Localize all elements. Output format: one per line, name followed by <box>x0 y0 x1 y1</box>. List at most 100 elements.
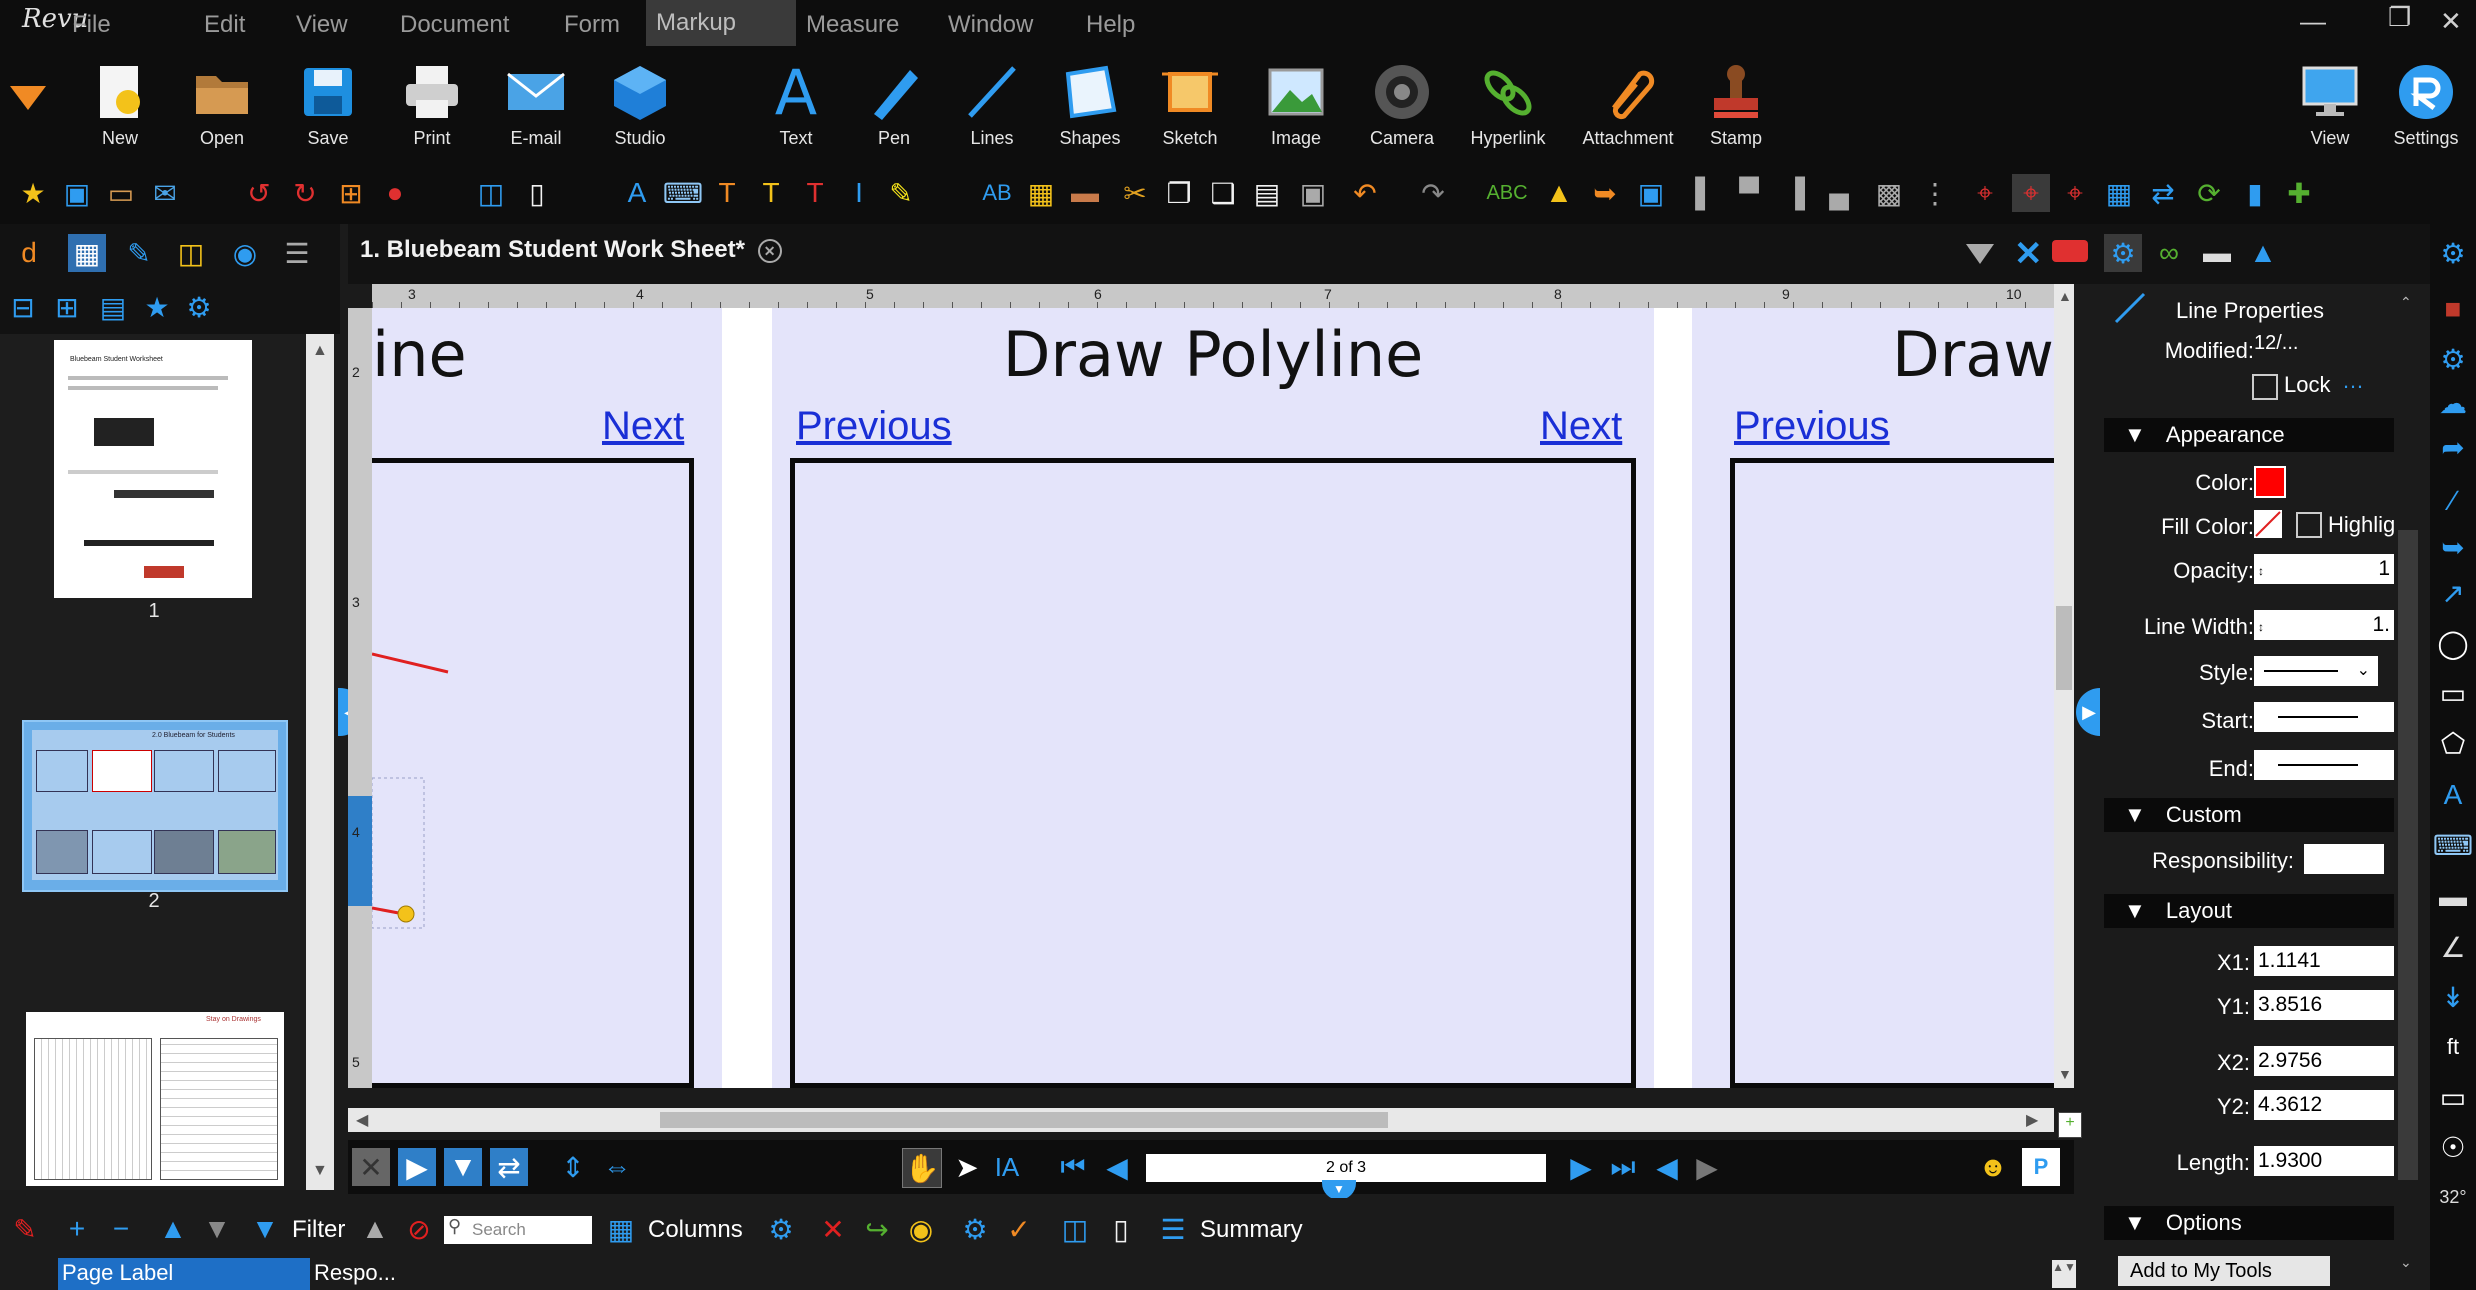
rectangle-strip-icon[interactable]: ▭ <box>2434 674 2472 712</box>
save-button[interactable]: Save <box>278 60 378 149</box>
lines-tool-button[interactable]: Lines <box>942 60 1042 149</box>
align-top-icon[interactable]: ▀ <box>1730 174 1768 212</box>
replace-text-icon[interactable]: T <box>796 174 834 212</box>
measure-strip-icon[interactable]: ↡ <box>2434 978 2472 1016</box>
file-access-icon[interactable]: ԁ <box>10 234 48 272</box>
search-tab-icon[interactable]: ∞ <box>2150 234 2188 272</box>
pan-tool-icon[interactable]: ✋ <box>902 1148 942 1188</box>
measurements-tab-icon[interactable]: ▬ <box>2198 234 2236 272</box>
tool-chest-settings-icon[interactable]: ⚙ <box>2434 234 2472 272</box>
custom-section[interactable]: ▼ Custom <box>2104 798 2394 832</box>
single-page-icon[interactable]: ▶ <box>398 1148 436 1186</box>
page-insert-icon[interactable]: ★ <box>138 288 176 326</box>
columns-icon[interactable]: ▦ <box>602 1210 640 1248</box>
settings-button[interactable]: Settings <box>2376 60 2476 149</box>
close-tab-icon[interactable]: ✕ <box>757 238 782 263</box>
typewriter-icon[interactable]: ⌨ <box>663 174 703 212</box>
tab-list-dropdown-icon[interactable] <box>1966 244 1994 264</box>
new-button[interactable]: New <box>70 60 170 149</box>
studio-tab-icon[interactable]: ▲ <box>2244 234 2282 272</box>
appearance-section[interactable]: ▼ Appearance <box>2104 418 2394 452</box>
ruler-strip-icon[interactable]: ▬ <box>2434 878 2472 916</box>
distribute-horizontal-icon[interactable]: ▩ <box>1870 174 1908 212</box>
filter-icon[interactable]: ▼ <box>246 1210 284 1248</box>
opacity-field[interactable]: ↕ 1 <box>2254 554 2394 584</box>
markup-line-1[interactable] <box>372 308 572 1088</box>
next-view-icon[interactable]: ▶ <box>1688 1148 1726 1186</box>
markup-gear-icon[interactable]: ⚙ <box>956 1210 994 1248</box>
previous-view-icon[interactable]: ◀ <box>1648 1148 1686 1186</box>
flatten-icon[interactable]: ▲ <box>1540 174 1578 212</box>
start-arrow-dropdown[interactable] <box>2254 702 2394 732</box>
reply-icon[interactable]: ↪ <box>858 1210 896 1248</box>
angle-strip-icon[interactable]: ∠ <box>2434 928 2472 966</box>
image-tool-button[interactable]: Image <box>1246 60 1346 149</box>
lock-checkbox[interactable] <box>2252 374 2278 400</box>
typewriter-strip-icon[interactable]: ⌨ <box>2433 826 2473 864</box>
gear-strip-icon[interactable]: ⚙ <box>2434 340 2472 378</box>
snap-to-grid-icon[interactable]: ⌖ <box>2056 174 2094 212</box>
polyline-strip-icon[interactable]: ➥ <box>2434 528 2472 566</box>
open-button[interactable]: Open <box>172 60 272 149</box>
spell-text-icon[interactable]: AB <box>978 174 1016 212</box>
layout-section[interactable]: ▼ Layout <box>2104 894 2394 928</box>
arrow-strip-icon[interactable]: ➦ <box>2434 428 2472 466</box>
polygon-strip-icon[interactable]: ⬠ <box>2434 724 2472 762</box>
column-header-page-label[interactable]: Page Label <box>58 1258 310 1290</box>
sort-down-icon[interactable]: ▼ <box>198 1210 236 1248</box>
menu-edit[interactable]: Edit <box>194 8 255 42</box>
zoom-in-thumb-icon[interactable]: ⊞ <box>48 288 86 326</box>
properties-tab-icon[interactable]: ⚙ <box>2104 234 2142 272</box>
end-arrow-dropdown[interactable] <box>2254 750 2394 780</box>
page-setup-icon[interactable]: ▤ <box>94 288 132 326</box>
y1-field[interactable]: 3.8516 <box>2254 990 2394 1020</box>
summary-icon[interactable]: ☰ <box>1154 1210 1192 1248</box>
status-icon[interactable]: ◉ <box>902 1210 940 1248</box>
markup-list-icon[interactable]: ➥ <box>1586 174 1624 212</box>
document-icon[interactable]: ▯ <box>518 174 556 212</box>
continuous-icon[interactable]: ▼ <box>444 1148 482 1186</box>
collapse-all-icon[interactable]: − <box>102 1210 140 1248</box>
next-page-icon[interactable]: ▶ <box>1562 1148 1600 1186</box>
copy-icon[interactable]: ❐ <box>1160 174 1198 212</box>
fill-color-swatch[interactable] <box>2254 510 2282 538</box>
color-swatch[interactable] <box>2254 466 2286 498</box>
highlight-checkbox[interactable] <box>2296 512 2322 538</box>
circle-strip-icon[interactable]: ◯ <box>2434 624 2472 662</box>
highlighter-icon[interactable]: ✎ <box>882 174 920 212</box>
thumbnail-page-2-selected[interactable]: 2.0 Bluebeam for Students <box>22 720 288 892</box>
count-strip-icon[interactable]: ☉ <box>2434 1128 2472 1166</box>
menu-view[interactable]: View <box>286 8 358 42</box>
menu-window[interactable]: Window <box>938 8 1043 42</box>
thumbnail-settings-icon[interactable]: ⚙ <box>180 288 218 326</box>
formula-strip-icon[interactable]: ft <box>2434 1028 2472 1066</box>
previous-page-icon[interactable]: ◀ <box>1098 1148 1136 1186</box>
snapshot-icon[interactable]: ▣ <box>1294 174 1332 212</box>
zoom-out-thumb-icon[interactable]: ⊟ <box>4 288 42 326</box>
line-strip-icon[interactable]: ∕ <box>2434 482 2472 520</box>
save-markup-icon[interactable]: ▣ <box>1632 174 1670 212</box>
underline-icon[interactable]: T <box>752 174 790 212</box>
fit-width-icon[interactable]: ⇔ <box>598 1148 636 1186</box>
email-button[interactable]: E-mail <box>486 60 586 149</box>
reuse-icon[interactable]: ⟳ <box>2190 174 2228 212</box>
markup-settings-icon[interactable]: ⚙ <box>762 1210 800 1248</box>
pen-tool-button[interactable]: Pen <box>844 60 944 149</box>
open-small-icon[interactable]: ▭ <box>102 174 140 212</box>
thumbnail-page-1[interactable]: Bluebeam Student Worksheet <box>54 340 252 598</box>
cloud-strip-icon[interactable]: ☁ <box>2434 384 2472 422</box>
summary-label[interactable]: Summary <box>1200 1216 1303 1244</box>
expand-all-icon[interactable]: + <box>58 1210 96 1248</box>
fit-page-icon[interactable]: ⇕ <box>554 1148 592 1186</box>
rotate-page-icon[interactable]: ↺ <box>240 174 278 212</box>
markup-erase-icon[interactable]: ▮ <box>2236 174 2274 212</box>
insert-text-icon[interactable]: I <box>840 174 878 212</box>
style-dropdown[interactable]: ⌄ <box>2254 656 2378 686</box>
select-tool-icon[interactable]: ➤ <box>948 1148 986 1186</box>
line-width-field[interactable]: ↕ 1. <box>2254 610 2394 640</box>
bookmark-flag-icon[interactable] <box>2052 240 2088 262</box>
properties-scrollbar[interactable]: ⌃ ⌄ <box>2396 290 2420 1280</box>
menu-form[interactable]: Form <box>554 8 630 42</box>
columns-label[interactable]: Columns <box>648 1216 743 1244</box>
add-to-my-tools-button[interactable]: Add to My Tools <box>2118 1256 2330 1286</box>
